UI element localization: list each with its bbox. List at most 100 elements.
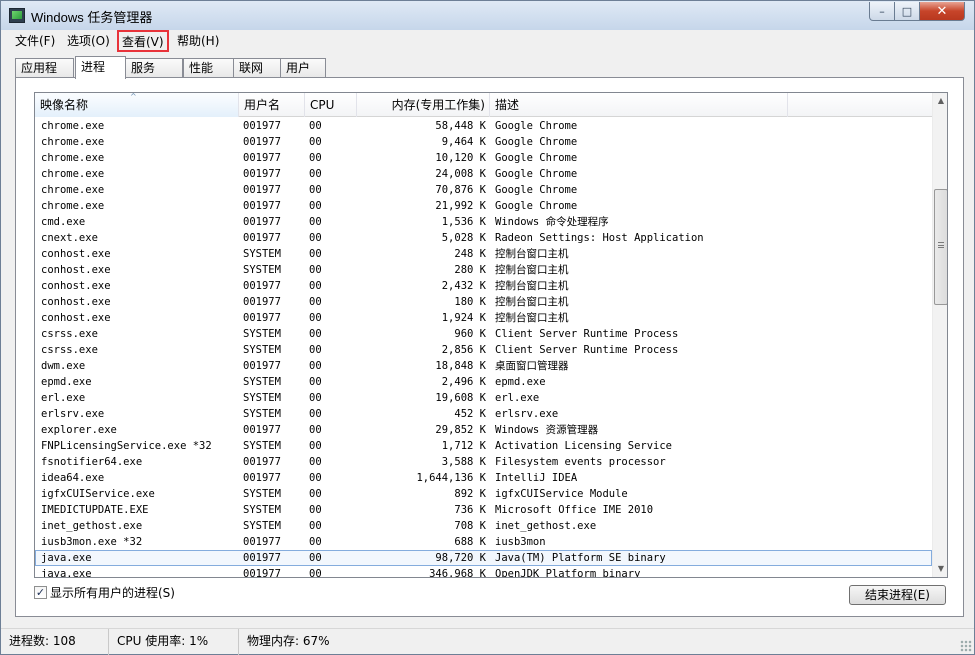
cell-cpu: 00	[309, 408, 322, 420]
cell-image-name: conhost.exe	[41, 248, 111, 260]
cell-description: Google Chrome	[495, 184, 578, 196]
table-row[interactable]: inet_gethost.exe SYSTEM 00 708 K inet_gethos…	[35, 518, 932, 534]
table-row[interactable]: conhost.exe SYSTEM 00 248 K 控制台窗口主机	[35, 246, 932, 262]
table-row[interactable]: FNPLicensingService.exe *32 SYSTEM 00 1,712…	[35, 438, 932, 454]
table-row[interactable]: iusb3mon.exe *32 001977 00 688 K iusb3mon	[35, 534, 932, 550]
cell-cpu: 00	[309, 168, 322, 180]
cell-user: 001977	[243, 360, 281, 372]
table-row[interactable]: chrome.exe 001977 00 70,876 K Google Chrome	[35, 182, 932, 198]
cell-description: Google Chrome	[495, 152, 578, 164]
cell-cpu: 00	[309, 280, 322, 292]
table-row[interactable]: idea64.exe 001977 00 1,644,136 K IntelliJ ID…	[35, 470, 932, 486]
minimize-button[interactable]: –	[869, 2, 895, 21]
cell-description: Microsoft Office IME 2010	[495, 504, 654, 516]
table-row[interactable]: chrome.exe 001977 00 21,992 K Google Chrome	[35, 198, 932, 214]
menu-view[interactable]: 查看(V)	[117, 30, 169, 52]
table-row[interactable]: java.exe 001977 00 346,968 K OpenJDK Platfor…	[35, 566, 932, 577]
cell-image-name: conhost.exe	[41, 296, 111, 308]
cell-user: 001977	[243, 296, 281, 308]
table-row[interactable]: conhost.exe SYSTEM 00 280 K 控制台窗口主机	[35, 262, 932, 278]
table-row[interactable]: erlsrv.exe SYSTEM 00 452 K erlsrv.exe	[35, 406, 932, 422]
cell-memory: 892 K	[454, 488, 486, 500]
cell-memory: 1,712 K	[441, 440, 486, 452]
tab-performance[interactable]: 性能	[183, 58, 234, 78]
table-row[interactable]: chrome.exe 001977 00 24,008 K Google Chrome	[35, 166, 932, 182]
vertical-scrollbar[interactable]: ▲ ▼	[932, 93, 947, 577]
tab-users[interactable]: 用户	[280, 58, 326, 78]
column-header-cpu[interactable]: CPU	[305, 93, 357, 117]
cell-user: SYSTEM	[243, 520, 281, 532]
menu-file[interactable]: 文件(F)	[11, 32, 59, 50]
cell-image-name: conhost.exe	[41, 280, 111, 292]
cell-user: 001977	[243, 456, 281, 468]
cell-user: 001977	[243, 184, 281, 196]
cell-memory: 960 K	[454, 328, 486, 340]
cell-cpu: 00	[309, 232, 322, 244]
cell-description: inet_gethost.exe	[495, 520, 597, 532]
table-row[interactable]: conhost.exe 001977 00 1,924 K 控制台窗口主机	[35, 310, 932, 326]
cell-cpu: 00	[309, 200, 322, 212]
cell-cpu: 00	[309, 120, 322, 132]
cell-user: SYSTEM	[243, 440, 281, 452]
table-row[interactable]: csrss.exe SYSTEM 00 960 K Client Server Runt…	[35, 326, 932, 342]
cell-image-name: chrome.exe	[41, 152, 105, 164]
cell-description: Google Chrome	[495, 136, 578, 148]
table-row[interactable]: epmd.exe SYSTEM 00 2,496 K epmd.exe	[35, 374, 932, 390]
table-row[interactable]: cmd.exe 001977 00 1,536 K Windows 命令处理程序	[35, 214, 932, 230]
maximize-button[interactable]: □	[894, 2, 920, 21]
cell-cpu: 00	[309, 456, 322, 468]
window-title: Windows 任务管理器	[31, 10, 153, 25]
menu-help[interactable]: 帮助(H)	[173, 32, 223, 50]
tab-applications[interactable]: 应用程序	[15, 58, 74, 93]
cell-description: 控制台窗口主机	[495, 296, 569, 308]
show-all-users-label[interactable]: 显示所有用户的进程(S)	[50, 585, 175, 601]
table-row[interactable]: explorer.exe 001977 00 29,852 K Windows 资源管理…	[35, 422, 932, 438]
cell-memory: 688 K	[454, 536, 486, 548]
cell-description: 控制台窗口主机	[495, 312, 569, 324]
close-button[interactable]: ✕	[919, 2, 965, 21]
table-row[interactable]: chrome.exe 001977 00 10,120 K Google Chrome	[35, 150, 932, 166]
column-header-user[interactable]: 用户名	[239, 93, 305, 117]
cell-cpu: 00	[309, 424, 322, 436]
process-list[interactable]: ^ 映像名称 用户名 CPU 内存(专用工作集) 描述 chrome.exe 00…	[34, 92, 948, 578]
table-row[interactable]: fsnotifier64.exe 001977 00 3,588 K Filesyste…	[35, 454, 932, 470]
process-rows: chrome.exe 001977 00 58,448 K Google Chrome c…	[35, 118, 932, 577]
menu-options[interactable]: 选项(O)	[63, 32, 114, 50]
table-row[interactable]: erl.exe SYSTEM 00 19,608 K erl.exe	[35, 390, 932, 406]
column-header-memory[interactable]: 内存(专用工作集)	[357, 93, 490, 117]
resize-grip-icon[interactable]	[960, 640, 972, 652]
table-row[interactable]: java.exe 001977 00 98,720 K Java(TM) Platfor…	[35, 550, 932, 566]
cell-memory: 21,992 K	[435, 200, 486, 212]
table-row[interactable]: igfxCUIService.exe SYSTEM 00 892 K igfxCUISe…	[35, 486, 932, 502]
cell-memory: 180 K	[454, 296, 486, 308]
column-header-image-name[interactable]: ^ 映像名称	[35, 93, 239, 117]
title-bar[interactable]: Windows 任务管理器 – □ ✕	[1, 1, 974, 30]
cell-user: 001977	[243, 232, 281, 244]
table-row[interactable]: csrss.exe SYSTEM 00 2,856 K Client Server Ru…	[35, 342, 932, 358]
tab-networking[interactable]: 联网	[233, 58, 281, 78]
cell-memory: 708 K	[454, 520, 486, 532]
table-row[interactable]: IMEDICTUPDATE.EXE SYSTEM 00 736 K Microsoft …	[35, 502, 932, 518]
table-row[interactable]: chrome.exe 001977 00 9,464 K Google Chrome	[35, 134, 932, 150]
table-row[interactable]: dwm.exe 001977 00 18,848 K 桌面窗口管理器	[35, 358, 932, 374]
table-row[interactable]: cnext.exe 001977 00 5,028 K Radeon Settings:…	[35, 230, 932, 246]
tab-processes[interactable]: 进程	[75, 56, 126, 79]
cell-user: 001977	[243, 120, 281, 132]
scrollbar-thumb[interactable]	[934, 189, 947, 305]
cell-image-name: fsnotifier64.exe	[41, 456, 143, 468]
tab-services[interactable]: 服务	[125, 58, 183, 78]
cell-cpu: 00	[309, 472, 322, 484]
cell-memory: 9,464 K	[441, 136, 486, 148]
table-row[interactable]: conhost.exe 001977 00 180 K 控制台窗口主机	[35, 294, 932, 310]
cell-image-name: erl.exe	[41, 392, 86, 404]
show-all-users-checkbox[interactable]: ✓	[34, 586, 47, 599]
scroll-up-icon[interactable]: ▲	[933, 93, 947, 109]
end-process-button[interactable]: 结束进程(E)	[849, 585, 946, 605]
status-cpu-usage: CPU 使用率: 1%	[109, 629, 239, 655]
column-header-description[interactable]: 描述	[490, 93, 788, 117]
cell-description: erl.exe	[495, 392, 540, 404]
table-row[interactable]: conhost.exe 001977 00 2,432 K 控制台窗口主机	[35, 278, 932, 294]
table-row[interactable]: chrome.exe 001977 00 58,448 K Google Chrome	[35, 118, 932, 134]
scroll-down-icon[interactable]: ▼	[933, 561, 947, 577]
cell-user: SYSTEM	[243, 264, 281, 276]
